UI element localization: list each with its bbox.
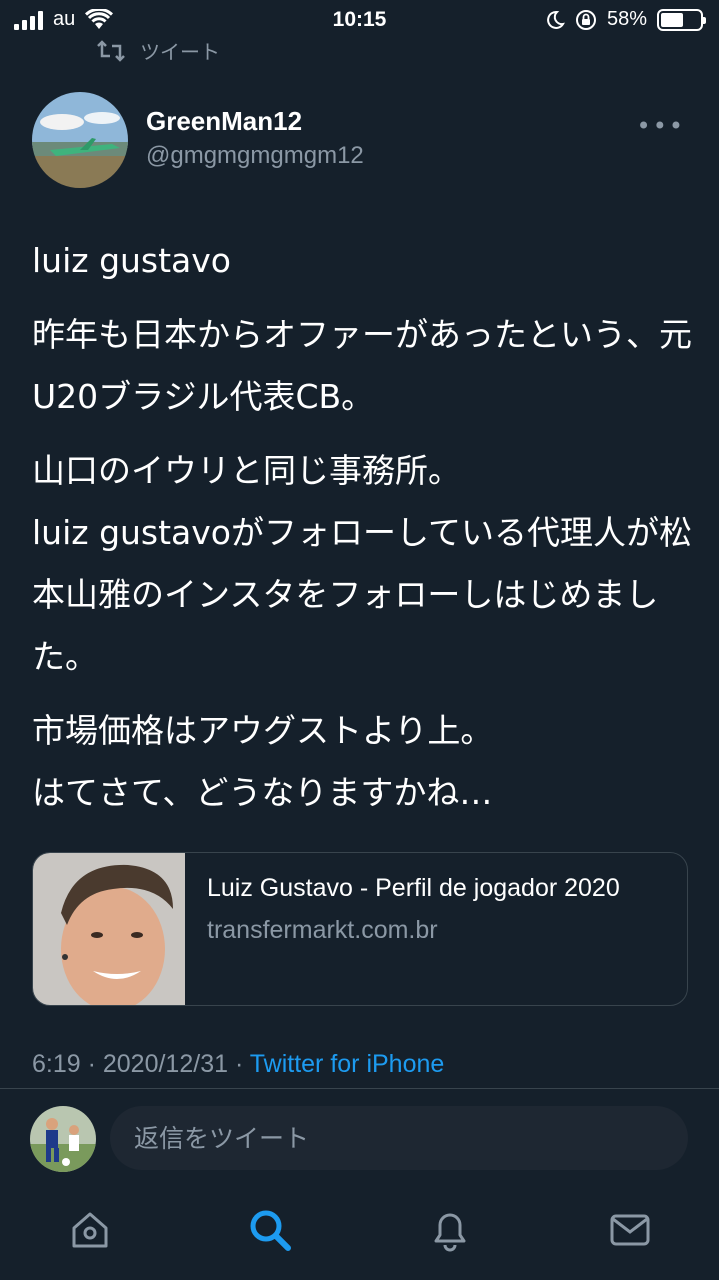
- current-user-avatar[interactable]: [30, 1106, 96, 1172]
- search-icon: [250, 1210, 291, 1251]
- link-card[interactable]: Luiz Gustavo - Perfil de jogador 2020 tr…: [32, 852, 688, 1006]
- author-avatar[interactable]: [32, 92, 128, 188]
- tweet-paragraph: 山口のイウリと同じ事務所。 luiz gustavoがフォローしている代理人が松…: [32, 451, 693, 676]
- tweet-paragraph: 市場価格はアウグストより上。 はてさて、どうなりますかね…: [32, 711, 494, 812]
- retweet-context: ツイート: [96, 36, 220, 65]
- divider: [0, 1088, 719, 1089]
- rotation-lock-icon: [575, 9, 596, 30]
- author-handle[interactable]: @gmgmgmgmgm12: [146, 142, 364, 170]
- search-tab[interactable]: [240, 1200, 300, 1260]
- card-thumbnail: [33, 853, 185, 1005]
- more-options-icon[interactable]: •••: [637, 112, 685, 140]
- tweet-text: luiz gustavo 昨年も日本からオファーがあったという、元U20ブラジル…: [32, 230, 692, 836]
- status-bar: au 10:15 58%: [0, 0, 719, 40]
- notifications-tab[interactable]: [420, 1200, 480, 1260]
- battery-icon: [657, 8, 706, 31]
- retweet-context-label: ツイート: [140, 40, 220, 64]
- retweet-icon: [97, 39, 125, 62]
- author-name[interactable]: GreenMan12: [146, 106, 302, 137]
- home-icon: [72, 1212, 108, 1248]
- home-tab[interactable]: [60, 1200, 120, 1260]
- bottom-tab-bar: [0, 1190, 719, 1280]
- tweet-paragraph: 昨年も日本からオファーがあったという、元U20ブラジル代表CB。: [32, 315, 692, 416]
- card-domain: transfermarkt.com.br: [207, 916, 438, 944]
- battery-percent: 58%: [606, 8, 647, 30]
- tweet-meta: 6:19 · 2020/12/31 · Twitter for iPhone: [32, 1050, 444, 1079]
- messages-icon: [610, 1214, 650, 1246]
- tweet-source-link[interactable]: Twitter for iPhone: [250, 1050, 445, 1078]
- tweet-timestamp: 6:19 · 2020/12/31 ·: [32, 1050, 250, 1078]
- notifications-icon: [434, 1213, 466, 1252]
- tweet-paragraph: luiz gustavo: [32, 241, 231, 280]
- moon-icon: [547, 10, 565, 29]
- reply-input[interactable]: [110, 1106, 688, 1170]
- messages-tab[interactable]: [600, 1200, 660, 1260]
- card-title: Luiz Gustavo - Perfil de jogador 2020: [207, 874, 620, 902]
